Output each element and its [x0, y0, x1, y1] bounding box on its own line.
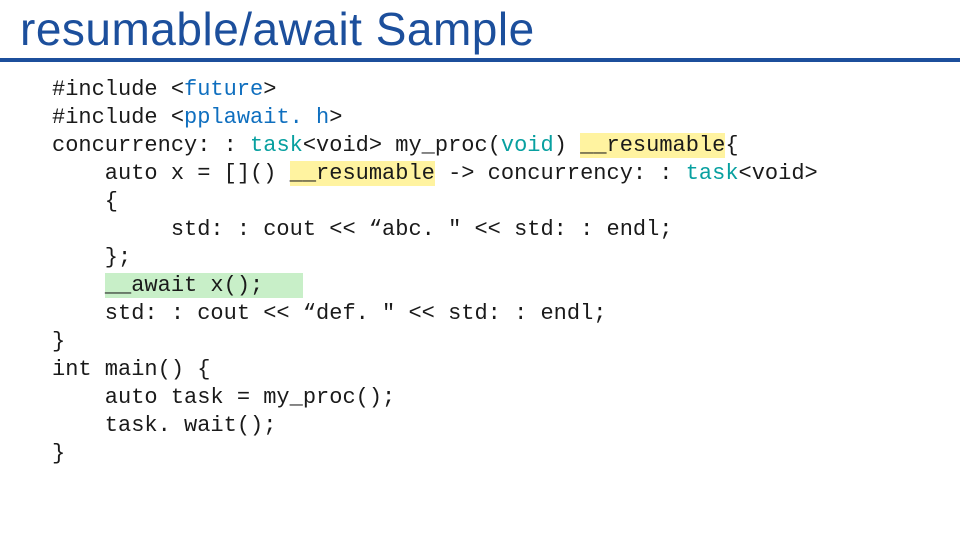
code-line: concurrency: : task<void> my_proc(void) …	[52, 133, 739, 158]
code-line: std: : cout << “def. " << std: : endl;	[52, 301, 607, 326]
code-line: #include <pplawait. h>	[52, 105, 342, 130]
code-line: auto task = my_proc();	[52, 385, 395, 410]
slide-title: resumable/await Sample	[20, 2, 940, 56]
code-line: #include <future>	[52, 77, 276, 102]
code-line: };	[52, 245, 131, 270]
code-line: }	[52, 441, 65, 466]
code-line: std: : cout << “abc. " << std: : endl;	[52, 217, 673, 242]
code-line: task. wait();	[52, 413, 276, 438]
code-line: }	[52, 329, 65, 354]
title-rule	[0, 58, 960, 62]
code-line: {	[52, 189, 118, 214]
title-block: resumable/await Sample	[0, 0, 960, 58]
code-block: #include <future> #include <pplawait. h>…	[0, 76, 960, 468]
code-line: __await x();	[52, 273, 303, 298]
code-line: int main() {	[52, 357, 210, 382]
slide: resumable/await Sample #include <future>…	[0, 0, 960, 540]
code-line: auto x = []() __resumable -> concurrency…	[52, 161, 818, 186]
